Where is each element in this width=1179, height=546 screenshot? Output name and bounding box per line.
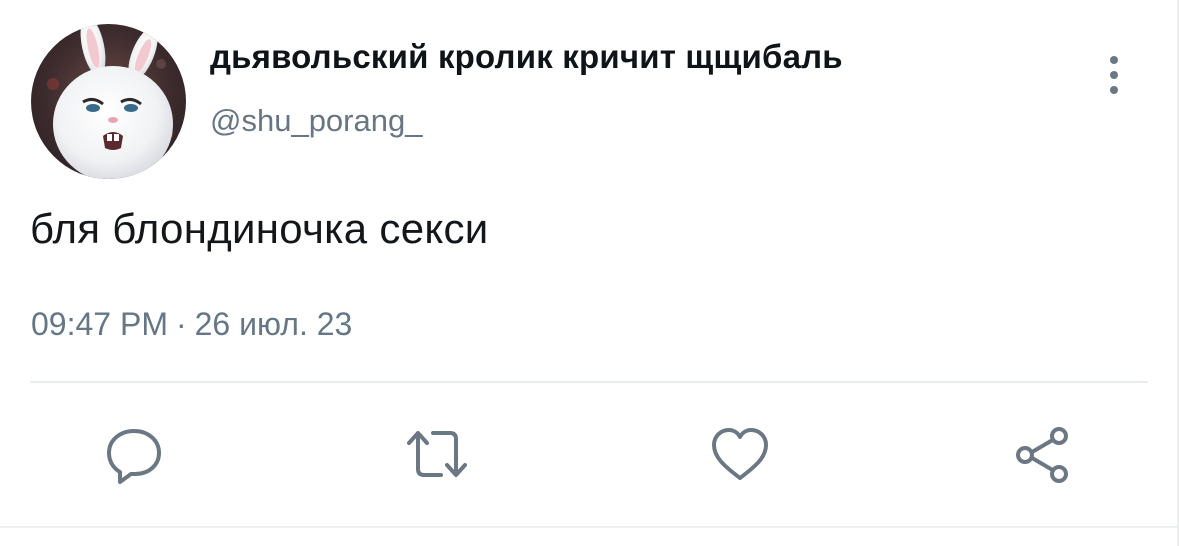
heart-icon bbox=[712, 428, 768, 480]
share-button[interactable] bbox=[1012, 425, 1072, 485]
share-icon bbox=[1016, 427, 1068, 483]
tweet-date: 26 июл. 23 bbox=[194, 306, 353, 342]
tweet-text: бля блондиночка секси bbox=[30, 205, 489, 252]
meta-separator: · bbox=[175, 306, 187, 342]
bunny-avatar-image bbox=[31, 24, 186, 179]
tweet-timestamp[interactable]: 09:47 PM · 26 июл. 23 bbox=[31, 306, 352, 343]
reply-button[interactable] bbox=[104, 425, 164, 485]
tweet-card: дьявольский кролик кричит щщибаль @shu_p… bbox=[0, 0, 1179, 546]
more-options-button[interactable] bbox=[1096, 52, 1132, 98]
bottom-divider bbox=[0, 526, 1179, 528]
retweet-button[interactable] bbox=[405, 425, 469, 485]
like-button[interactable] bbox=[710, 425, 770, 485]
retweet-icon bbox=[407, 431, 467, 477]
divider bbox=[30, 381, 1148, 383]
more-dot-icon bbox=[1110, 71, 1118, 79]
user-handle[interactable]: @shu_porang_ bbox=[210, 103, 422, 139]
reply-icon bbox=[107, 429, 161, 484]
display-name[interactable]: дьявольский кролик кричит щщибаль bbox=[210, 38, 843, 76]
avatar[interactable] bbox=[31, 24, 186, 179]
more-dot-icon bbox=[1110, 86, 1118, 94]
more-dot-icon bbox=[1110, 56, 1118, 64]
tweet-time: 09:47 PM bbox=[31, 306, 168, 342]
